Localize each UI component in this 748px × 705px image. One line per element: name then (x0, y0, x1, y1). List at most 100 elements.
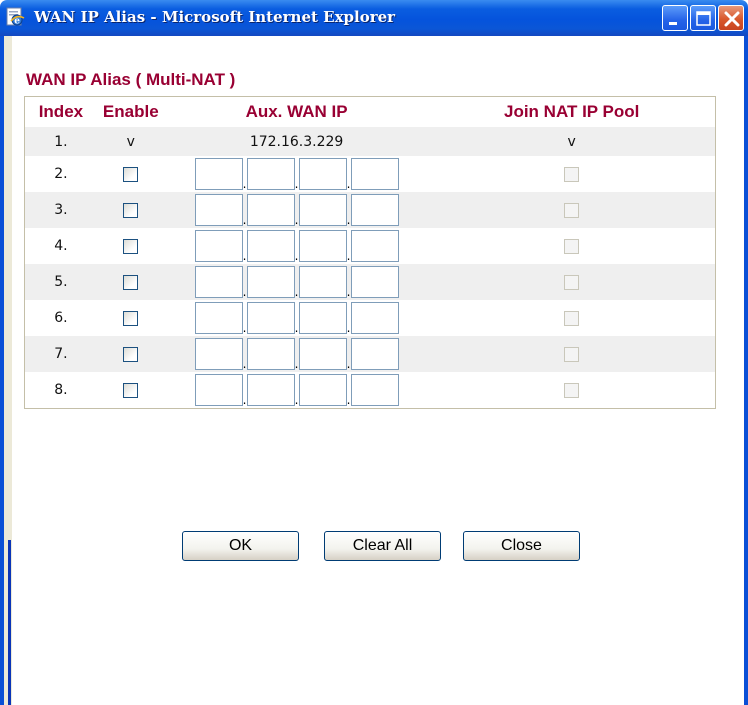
row-index: 6. (54, 310, 68, 326)
ip-octet-input[interactable] (246, 194, 295, 226)
ip-octet-input[interactable] (350, 158, 399, 190)
ip-octet-input[interactable] (298, 194, 347, 226)
ip-octet-input[interactable] (298, 266, 347, 298)
title-bar[interactable]: e WAN IP Alias - Microsoft Internet Expl… (0, 0, 748, 36)
row-index: 2. (54, 166, 68, 182)
ip-cell: ... (164, 336, 429, 372)
table-row: 4.... (25, 228, 716, 264)
table-header-row: Index Enable Aux. WAN IP Join NAT IP Poo… (25, 97, 716, 128)
enable-checkbox[interactable] (123, 238, 139, 254)
enable-cell (96, 264, 165, 300)
join-nat-pool-checkbox[interactable] (564, 310, 580, 326)
pool-cell (428, 228, 715, 264)
enable-checkbox[interactable] (123, 310, 139, 326)
ip-octet-input[interactable] (194, 266, 243, 298)
table-row: 1. v 172.16.3.229 v (24, 127, 716, 156)
enable-cell (97, 228, 165, 264)
row-index: 4. (54, 238, 68, 254)
ip-octet-input[interactable] (298, 230, 347, 262)
table-row: 7.... (24, 336, 716, 372)
enable-checkbox[interactable] (123, 274, 139, 290)
table-row: 2.... (25, 156, 716, 192)
pool-cell (428, 372, 715, 409)
ip-octet-input[interactable] (246, 158, 295, 190)
aux-wan-ip-input-group: ... (194, 230, 399, 262)
ip-octet-input[interactable] (246, 302, 295, 334)
ip-octet-input[interactable] (246, 338, 295, 370)
close-button[interactable]: Close (463, 531, 580, 561)
minimize-icon (669, 22, 677, 25)
join-nat-pool-checkbox[interactable] (564, 274, 580, 290)
ip-octet-input[interactable] (194, 302, 243, 334)
row-index: 8. (54, 382, 68, 398)
window-frame-right (744, 36, 748, 705)
table-row: 8.... (25, 372, 716, 409)
pool-cell (428, 156, 715, 192)
header-index: Index (38, 102, 84, 121)
row-index: 3. (24, 192, 97, 228)
ip-cell: ... (164, 264, 429, 300)
browser-window: e WAN IP Alias - Microsoft Internet Expl… (0, 0, 748, 705)
pool-cell (428, 300, 715, 336)
enable-cell (97, 156, 165, 192)
close-window-button[interactable] (718, 5, 744, 31)
join-nat-pool-checkbox[interactable] (564, 238, 580, 254)
header-join-nat-ip-pool: Join NAT IP Pool (504, 102, 640, 121)
ip-octet-input[interactable] (350, 338, 399, 370)
ok-button[interactable]: OK (182, 531, 299, 561)
ip-octet-input[interactable] (246, 266, 295, 298)
enable-status: v (96, 127, 165, 156)
row-index: 1. (24, 127, 97, 156)
join-nat-pool-checkbox[interactable] (564, 382, 580, 398)
table-row: 3.... (24, 192, 716, 228)
ip-octet-input[interactable] (194, 338, 243, 370)
enable-checkbox[interactable] (123, 166, 139, 182)
enable-cell (97, 372, 165, 409)
ip-octet-input[interactable] (246, 374, 295, 406)
enable-cell (96, 336, 165, 372)
join-nat-pool-checkbox[interactable] (564, 202, 580, 218)
close-icon (724, 11, 740, 27)
ip-octet-input[interactable] (298, 374, 347, 406)
ip-cell: ... (165, 156, 429, 192)
ip-octet-input[interactable] (350, 302, 399, 334)
aux-wan-ip-input-group: ... (194, 194, 399, 226)
ip-octet-input[interactable] (246, 230, 295, 262)
ip-octet-input[interactable] (194, 374, 243, 406)
ip-octet-input[interactable] (350, 194, 399, 226)
ip-octet-input[interactable] (194, 230, 243, 262)
nat-pool-status: v (428, 127, 716, 156)
row-index: 5. (24, 264, 97, 300)
ip-octet-input[interactable] (298, 302, 347, 334)
ip-cell: ... (164, 192, 429, 228)
enable-checkbox[interactable] (123, 346, 139, 362)
minimize-button[interactable] (662, 5, 688, 31)
aux-wan-ip-value: 172.16.3.229 (164, 127, 429, 156)
window-title: WAN IP Alias - Microsoft Internet Explor… (34, 8, 396, 26)
wan-ip-alias-table: Index Enable Aux. WAN IP Join NAT IP Poo… (24, 96, 716, 409)
clear-all-button[interactable]: Clear All (324, 531, 441, 561)
pool-cell (428, 336, 716, 372)
join-nat-pool-checkbox[interactable] (564, 166, 580, 182)
ip-cell: ... (165, 300, 429, 336)
ip-cell: ... (165, 372, 429, 409)
join-nat-pool-checkbox[interactable] (564, 346, 580, 362)
ip-octet-input[interactable] (298, 158, 347, 190)
header-aux-wan-ip: Aux. WAN IP (245, 102, 348, 121)
pool-cell (428, 264, 716, 300)
ip-octet-input[interactable] (298, 338, 347, 370)
ip-octet-input[interactable] (194, 158, 243, 190)
ip-octet-input[interactable] (194, 194, 243, 226)
table-row: 6.... (25, 300, 716, 336)
maximize-button[interactable] (690, 5, 716, 31)
enable-checkbox[interactable] (123, 382, 139, 398)
aux-wan-ip-input-group: ... (194, 266, 399, 298)
ip-octet-input[interactable] (350, 266, 399, 298)
frame-accent-line (8, 540, 11, 705)
aux-wan-ip-input-group: ... (194, 158, 399, 190)
enable-checkbox[interactable] (123, 202, 139, 218)
enable-cell (97, 300, 165, 336)
ip-octet-input[interactable] (350, 230, 399, 262)
ip-octet-input[interactable] (350, 374, 399, 406)
row-index: 7. (24, 336, 97, 372)
